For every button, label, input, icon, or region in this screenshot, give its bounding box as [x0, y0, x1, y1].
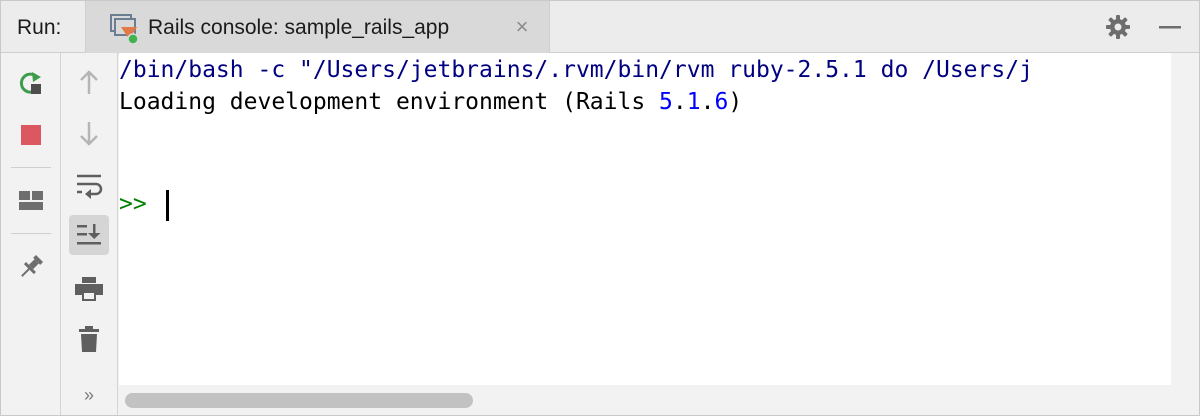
stop-button[interactable]: [11, 115, 51, 155]
version-patch: 6: [714, 89, 729, 115]
stop-icon: [21, 125, 41, 145]
rerun-icon: [19, 72, 41, 94]
soft-wrap-button[interactable]: [69, 165, 109, 205]
version-dot: .: [700, 89, 715, 115]
trash-icon: [79, 326, 99, 352]
more-actions-icon[interactable]: »: [69, 375, 109, 415]
version-dot: .: [672, 89, 687, 115]
pin-button[interactable]: [11, 247, 51, 287]
layout-icon: [19, 191, 43, 210]
vertical-scrollbar[interactable]: [1171, 53, 1199, 385]
version-major: 5: [659, 89, 673, 115]
pin-icon: [21, 254, 44, 277]
scroll-to-end-icon: [77, 224, 101, 245]
previous-occurrence-button[interactable]: [69, 63, 109, 103]
toolbar-divider: [11, 167, 51, 168]
gear-icon[interactable]: [1105, 14, 1131, 40]
run-label: Run:: [17, 16, 62, 39]
close-icon[interactable]: ×: [510, 15, 534, 39]
next-occurrence-button[interactable]: [69, 113, 109, 153]
console-output[interactable]: /bin/bash -c "/Users/jetbrains/.rvm/bin/…: [119, 53, 1171, 385]
down-arrow-icon: [80, 122, 98, 146]
tab-rails-console[interactable]: Rails console: sample_rails_app ×: [85, 1, 550, 54]
text-cursor: [166, 190, 169, 221]
run-tool-window: Run: Rails console: sample_rails_app × »…: [0, 0, 1200, 416]
console-prompt: >>: [119, 191, 147, 217]
scroll-to-end-button[interactable]: [69, 215, 109, 255]
rails-console-icon: [110, 14, 139, 45]
loading-message: Loading development environment (Rails 5…: [119, 87, 742, 117]
toolbar-divider: [11, 233, 51, 234]
scrollbar-thumb[interactable]: [125, 393, 473, 408]
console-toolbar: »: [61, 53, 118, 415]
tab-title: Rails console: sample_rails_app: [148, 16, 450, 39]
print-button[interactable]: [69, 269, 109, 309]
minimize-icon[interactable]: [1157, 14, 1183, 40]
loading-text: Loading development environment (Rails: [119, 89, 660, 115]
horizontal-scrollbar[interactable]: [119, 385, 1199, 415]
command-line: /bin/bash -c "/Users/jetbrains/.rvm/bin/…: [119, 57, 1033, 83]
layout-button[interactable]: [11, 181, 51, 221]
rerun-button[interactable]: [11, 63, 51, 103]
run-toolbar: [1, 53, 61, 415]
clear-all-button[interactable]: [69, 319, 109, 359]
run-header: Run: Rails console: sample_rails_app ×: [1, 1, 1199, 54]
version-minor: 1: [686, 89, 701, 115]
print-icon: [75, 277, 103, 301]
loading-suffix: ): [728, 89, 743, 115]
soft-wrap-icon: [77, 174, 103, 199]
up-arrow-icon: [80, 70, 98, 94]
